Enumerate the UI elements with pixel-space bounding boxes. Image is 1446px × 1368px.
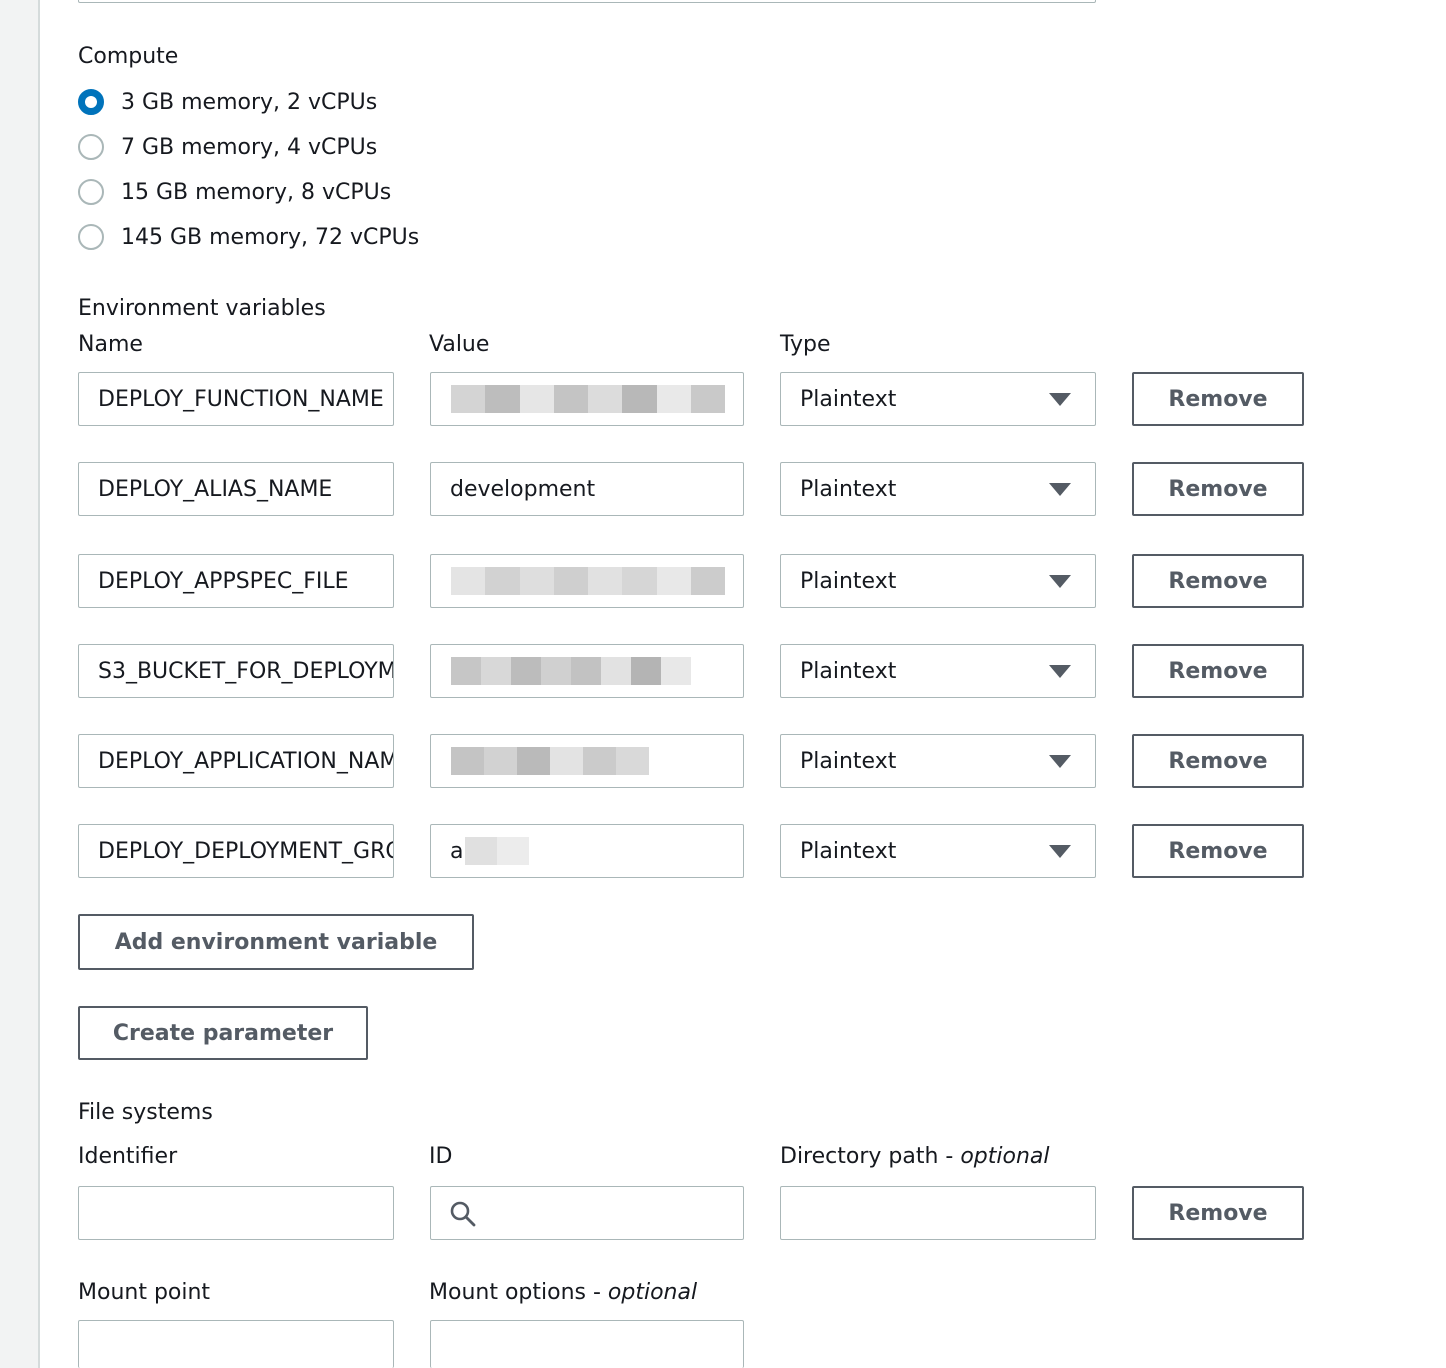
env-name-input-3[interactable]: DEPLOY_APPSPEC_FILE bbox=[78, 554, 394, 608]
compute-option-label: 145 GB memory, 72 vCPUs bbox=[121, 224, 420, 250]
fs-identifier-label: Identifier bbox=[78, 1144, 178, 1169]
env-name-input-4[interactable]: S3_BUCKET_FOR_DEPLOYMENT bbox=[78, 644, 394, 698]
fs-id-search-input[interactable] bbox=[430, 1186, 744, 1240]
search-icon bbox=[450, 1201, 476, 1227]
radio-unchecked-icon[interactable] bbox=[78, 179, 104, 205]
compute-option-145gb[interactable]: 145 GB memory, 72 vCPUs bbox=[78, 222, 419, 252]
fs-remove-button[interactable]: Remove bbox=[1132, 1186, 1304, 1240]
env-remove-button-6[interactable]: Remove bbox=[1132, 824, 1304, 878]
env-col-name: Name bbox=[78, 332, 143, 357]
previous-field-edge[interactable] bbox=[78, 0, 1096, 3]
add-environment-variable-button[interactable]: Add environment variable bbox=[78, 914, 474, 970]
env-value-input-6[interactable]: a bbox=[430, 824, 744, 878]
optional-marker: optional bbox=[960, 1144, 1050, 1169]
env-col-value: Value bbox=[429, 332, 490, 357]
env-name-input-5[interactable]: DEPLOY_APPLICATION_NAME bbox=[78, 734, 394, 788]
fs-identifier-input[interactable] bbox=[78, 1186, 394, 1240]
env-remove-button-5[interactable]: Remove bbox=[1132, 734, 1304, 788]
env-remove-button-1[interactable]: Remove bbox=[1132, 372, 1304, 426]
env-value-input-4[interactable] bbox=[430, 644, 744, 698]
env-remove-button-2[interactable]: Remove bbox=[1132, 462, 1304, 516]
compute-option-7gb[interactable]: 7 GB memory, 4 vCPUs bbox=[78, 132, 377, 162]
left-gutter bbox=[0, 0, 40, 1368]
fs-mount-point-input[interactable] bbox=[78, 1320, 394, 1368]
caret-down-icon bbox=[1049, 845, 1071, 858]
env-value-input-1[interactable] bbox=[430, 372, 744, 426]
compute-option-label: 15 GB memory, 8 vCPUs bbox=[121, 179, 392, 205]
env-value-input-5[interactable] bbox=[430, 734, 744, 788]
env-type-select-4[interactable]: Plaintext bbox=[780, 644, 1096, 698]
env-type-select-2[interactable]: Plaintext bbox=[780, 462, 1096, 516]
fs-directory-path-label: Directory path - optional bbox=[780, 1144, 1050, 1169]
masked-value bbox=[451, 385, 725, 413]
fs-directory-path-input[interactable] bbox=[780, 1186, 1096, 1240]
compute-option-15gb[interactable]: 15 GB memory, 8 vCPUs bbox=[78, 177, 391, 207]
caret-down-icon bbox=[1049, 665, 1071, 678]
file-systems-label: File systems bbox=[78, 1100, 213, 1125]
compute-option-label: 7 GB memory, 4 vCPUs bbox=[121, 134, 378, 160]
fs-id-label: ID bbox=[429, 1144, 453, 1169]
env-name-input-1[interactable]: DEPLOY_FUNCTION_NAME bbox=[78, 372, 394, 426]
radio-unchecked-icon[interactable] bbox=[78, 224, 104, 250]
fs-mount-options-label: Mount options - optional bbox=[429, 1280, 698, 1305]
optional-marker: optional bbox=[607, 1280, 698, 1305]
compute-label: Compute bbox=[78, 44, 179, 69]
compute-option-label: 3 GB memory, 2 vCPUs bbox=[121, 89, 378, 115]
env-type-select-1[interactable]: Plaintext bbox=[780, 372, 1096, 426]
env-type-select-6[interactable]: Plaintext bbox=[780, 824, 1096, 878]
masked-value bbox=[451, 657, 691, 685]
caret-down-icon bbox=[1049, 483, 1071, 496]
compute-option-3gb[interactable]: 3 GB memory, 2 vCPUs bbox=[78, 87, 377, 117]
env-section-label: Environment variables bbox=[78, 296, 326, 321]
env-name-input-2[interactable]: DEPLOY_ALIAS_NAME bbox=[78, 462, 394, 516]
radio-checked-icon[interactable] bbox=[78, 89, 104, 115]
masked-value bbox=[451, 747, 649, 775]
radio-unchecked-icon[interactable] bbox=[78, 134, 104, 160]
masked-value bbox=[465, 837, 529, 865]
caret-down-icon bbox=[1049, 755, 1071, 768]
env-remove-button-4[interactable]: Remove bbox=[1132, 644, 1304, 698]
masked-value bbox=[451, 567, 725, 595]
env-name-input-6[interactable]: DEPLOY_DEPLOYMENT_GROUP bbox=[78, 824, 394, 878]
fs-mount-point-label: Mount point bbox=[78, 1280, 211, 1305]
env-remove-button-3[interactable]: Remove bbox=[1132, 554, 1304, 608]
caret-down-icon bbox=[1049, 575, 1071, 588]
env-value-input-2[interactable]: development bbox=[430, 462, 744, 516]
caret-down-icon bbox=[1049, 393, 1071, 406]
create-parameter-button[interactable]: Create parameter bbox=[78, 1006, 368, 1060]
env-col-type: Type bbox=[780, 332, 831, 357]
env-type-select-5[interactable]: Plaintext bbox=[780, 734, 1096, 788]
fs-mount-options-input[interactable] bbox=[430, 1320, 744, 1368]
env-value-input-3[interactable] bbox=[430, 554, 744, 608]
env-type-select-3[interactable]: Plaintext bbox=[780, 554, 1096, 608]
